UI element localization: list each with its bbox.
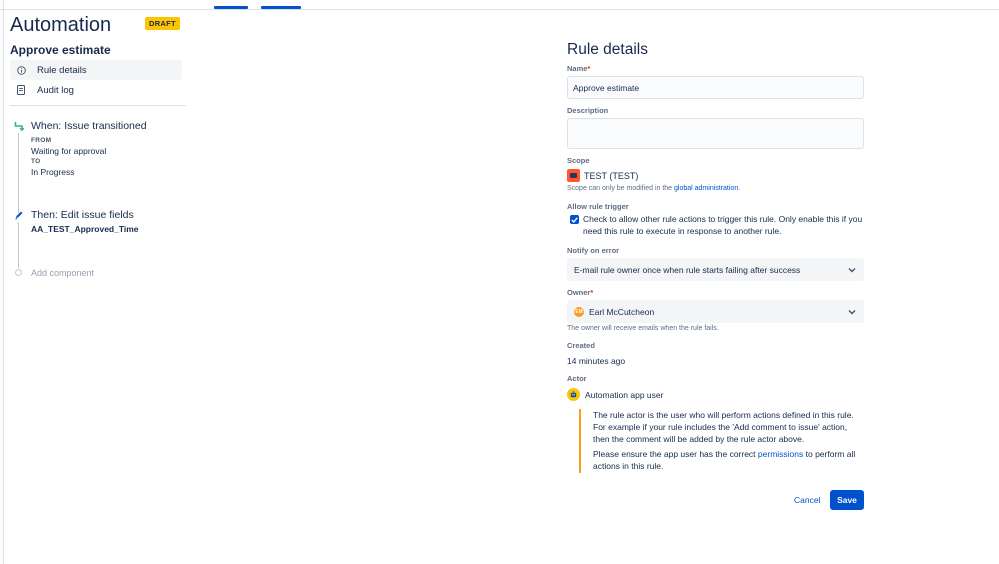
nav-item-label: Audit log xyxy=(37,84,74,96)
save-button[interactable]: Save xyxy=(830,490,864,510)
add-component-button[interactable]: Add component xyxy=(31,268,94,278)
action-field: AA_TEST_Approved_Time xyxy=(31,224,139,234)
trigger-title[interactable]: When: Issue transitioned xyxy=(31,120,147,132)
owner-label: Owner* xyxy=(567,288,594,297)
actor-notice-permissions: Please ensure the app user has the corre… xyxy=(593,449,856,471)
trigger-from-value: Waiting for approval xyxy=(31,146,107,156)
scope-help: Scope can only be modified in the global… xyxy=(567,185,741,192)
trigger-icon xyxy=(14,121,24,131)
actor-notice: The rule actor is the user who will perf… xyxy=(579,409,861,473)
draft-badge: DRAFT xyxy=(145,17,180,30)
allow-trigger-text: Check to allow other rule actions to tri… xyxy=(583,214,863,236)
top-tab-indicator[interactable] xyxy=(261,6,301,9)
actor-value: Automation app user xyxy=(567,388,663,401)
notify-label: Notify on error xyxy=(567,246,620,255)
action-title[interactable]: Then: Edit issue fields xyxy=(31,209,134,221)
cancel-button[interactable]: Cancel xyxy=(788,490,826,510)
robot-icon xyxy=(567,388,580,401)
owner-select[interactable]: EM Earl McCutcheon xyxy=(567,300,864,323)
description-label: Description xyxy=(567,106,609,115)
chevron-down-icon xyxy=(848,310,856,315)
sidebar-divider xyxy=(10,105,186,106)
allow-trigger-checkbox[interactable] xyxy=(570,215,579,224)
trigger-to-value: In Progress xyxy=(31,167,75,177)
notify-select[interactable]: E-mail rule owner once when rule starts … xyxy=(567,258,864,281)
sidebar: Automation DRAFT Approve estimate Rule d… xyxy=(4,10,186,564)
trigger-from-label: FROM xyxy=(31,137,52,144)
scope-label: Scope xyxy=(567,156,590,165)
scope-value: TEST (TEST) xyxy=(567,169,638,182)
check-icon xyxy=(571,216,578,223)
add-component-dot xyxy=(15,269,22,276)
top-tab-indicator[interactable] xyxy=(214,6,248,9)
owner-help: The owner will receive emails when the r… xyxy=(567,325,719,332)
flow-connector xyxy=(18,222,19,268)
flow-connector xyxy=(18,133,19,213)
info-icon xyxy=(16,65,26,75)
pencil-icon xyxy=(14,210,24,220)
description-input[interactable] xyxy=(567,118,864,149)
global-administration-link[interactable]: global administration xyxy=(674,185,738,192)
project-icon xyxy=(567,169,580,182)
name-input[interactable]: Approve estimate xyxy=(567,76,864,99)
actor-label: Actor xyxy=(567,374,587,383)
nav-item-audit-log[interactable]: Audit log xyxy=(10,80,182,100)
created-value: 14 minutes ago xyxy=(567,356,626,366)
allow-trigger-label: Allow rule trigger xyxy=(567,202,629,211)
nav-item-rule-details[interactable]: Rule details xyxy=(10,60,182,80)
name-label: Name* xyxy=(567,64,591,73)
created-label: Created xyxy=(567,341,595,350)
chevron-down-icon xyxy=(848,268,856,273)
page-title: Rule details xyxy=(567,41,648,58)
actor-notice-text: The rule actor is the user who will perf… xyxy=(593,410,854,444)
required-marker: * xyxy=(587,64,591,73)
rule-name: Approve estimate xyxy=(10,43,111,57)
required-marker: * xyxy=(590,288,594,297)
trigger-to-label: TO xyxy=(31,158,41,165)
avatar: EM xyxy=(574,306,584,317)
nav-item-label: Rule details xyxy=(37,64,87,76)
app-title: Automation xyxy=(10,14,112,36)
document-icon xyxy=(16,85,26,95)
permissions-link[interactable]: permissions xyxy=(758,449,803,459)
